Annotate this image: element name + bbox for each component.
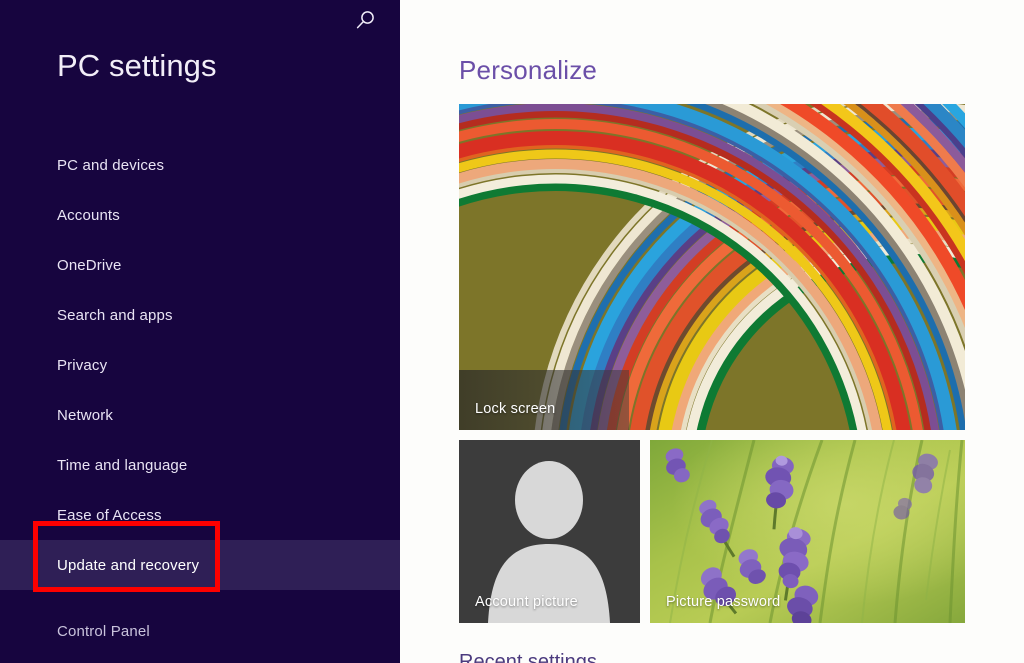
picture-password-label: Picture password xyxy=(666,594,781,610)
sidebar-item-control-panel[interactable]: Control Panel xyxy=(0,606,400,656)
sidebar-header: PC settings xyxy=(57,46,377,92)
sidebar-item-label: Privacy xyxy=(57,356,108,374)
account-picture-tile[interactable]: Account picture xyxy=(459,440,640,623)
sidebar-nav-list: PC and devices Accounts OneDrive Search … xyxy=(0,140,400,656)
sidebar-item-update-and-recovery[interactable]: Update and recovery xyxy=(0,540,400,590)
sidebar-item-onedrive[interactable]: OneDrive xyxy=(0,240,400,290)
sidebar-item-label: OneDrive xyxy=(57,256,122,274)
sidebar-item-network[interactable]: Network xyxy=(0,390,400,440)
page-title: PC settings xyxy=(57,48,217,83)
sidebar-item-ease-of-access[interactable]: Ease of Access xyxy=(0,490,400,540)
sidebar-item-label: Search and apps xyxy=(57,306,173,324)
sidebar-item-time-and-language[interactable]: Time and language xyxy=(0,440,400,490)
lock-screen-tile[interactable]: Lock screen xyxy=(459,104,965,430)
sidebar-item-label: PC and devices xyxy=(57,156,165,174)
sidebar-item-privacy[interactable]: Privacy xyxy=(0,340,400,390)
sidebar-item-pc-and-devices[interactable]: PC and devices xyxy=(0,140,400,190)
picture-password-tile[interactable]: Picture password xyxy=(650,440,965,623)
personalize-pane: Personalize Lock screen Account picture … xyxy=(400,0,1024,663)
sidebar-item-label: Update and recovery xyxy=(57,556,200,574)
settings-sidebar: PC settings PC and devices Accounts OneD… xyxy=(0,0,400,663)
sidebar-item-label: Ease of Access xyxy=(57,506,162,524)
personalize-heading: Personalize xyxy=(459,55,598,85)
sidebar-item-accounts[interactable]: Accounts xyxy=(0,190,400,240)
lock-screen-label-scrim xyxy=(459,370,629,430)
account-picture-label: Account picture xyxy=(475,594,578,610)
personalize-tile-row: Account picture Picture password xyxy=(459,440,965,623)
nav-divider-spacer xyxy=(0,590,400,606)
sidebar-item-search-and-apps[interactable]: Search and apps xyxy=(0,290,400,340)
personalize-tile-grid: Lock screen Account picture Picture pass… xyxy=(459,104,965,623)
sidebar-item-label: Network xyxy=(57,406,114,424)
search-icon[interactable] xyxy=(352,8,378,34)
sidebar-item-label: Time and language xyxy=(57,456,188,474)
sidebar-item-label: Accounts xyxy=(57,206,120,224)
sidebar-item-label: Control Panel xyxy=(57,622,150,640)
pc-settings-screen: PC settings PC and devices Accounts OneD… xyxy=(0,0,1024,663)
next-section-heading-partial: Recent settings xyxy=(459,651,597,663)
lock-screen-label: Lock screen xyxy=(475,401,556,417)
